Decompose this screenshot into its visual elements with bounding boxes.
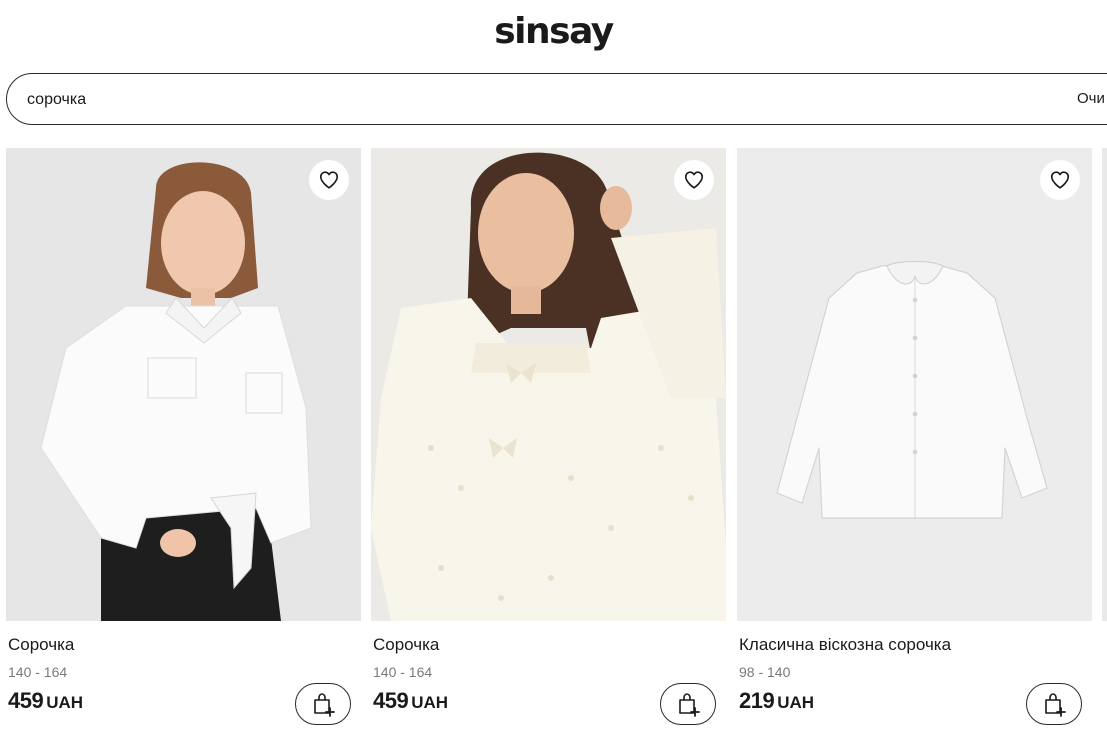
product-name[interactable]: Сорочка <box>8 635 74 655</box>
add-to-cart-button[interactable] <box>660 683 716 725</box>
product-photo <box>776 261 1048 519</box>
price-currency: UAH <box>777 693 815 712</box>
product-sizes: 98 - 140 <box>739 664 791 680</box>
clear-search-button[interactable]: Очи <box>1077 90 1105 107</box>
add-to-cart-button[interactable] <box>295 683 351 725</box>
product-name[interactable]: Сорочка <box>373 635 439 655</box>
price-value: 459 <box>373 688 409 713</box>
favorite-button[interactable] <box>309 160 349 200</box>
product-name[interactable]: Класична віскозна сорочка <box>739 635 951 655</box>
product-sizes: 140 - 164 <box>373 664 433 680</box>
heart-icon <box>319 171 339 189</box>
product-card[interactable]: Сорочка 140 - 164 459 UAH <box>6 148 361 751</box>
search-bar: Очи <box>6 73 1107 125</box>
product-price: 459 UAH <box>373 688 448 714</box>
product-price: 219 UAH <box>739 688 814 714</box>
heart-icon <box>684 171 704 189</box>
shopping-bag-plus-icon <box>679 693 700 717</box>
price-currency: UAH <box>46 693 84 712</box>
product-photo <box>371 152 726 621</box>
product-card[interactable]: Сорочка 140 - 164 459 UAH <box>371 148 726 751</box>
product-price: 459 UAH <box>8 688 83 714</box>
heart-icon <box>1050 171 1070 189</box>
price-value: 459 <box>8 688 44 713</box>
favorite-button[interactable] <box>674 160 714 200</box>
product-sizes: 140 - 164 <box>8 664 68 680</box>
product-photo <box>40 162 312 621</box>
shopping-bag-plus-icon <box>1045 693 1066 717</box>
favorite-button[interactable] <box>1040 160 1080 200</box>
add-to-cart-button[interactable] <box>1026 683 1082 725</box>
product-grid: Сорочка 140 - 164 459 UAH Сорочка 140 - … <box>0 148 1107 751</box>
shopping-bag-plus-icon <box>314 693 335 717</box>
product-card-partial[interactable] <box>1102 148 1107 751</box>
search-input[interactable] <box>27 88 927 112</box>
product-image[interactable] <box>6 148 361 621</box>
brand-logo[interactable]: sinsay <box>0 10 1107 54</box>
product-image[interactable] <box>1102 148 1107 621</box>
price-currency: UAH <box>411 693 449 712</box>
price-value: 219 <box>739 688 775 713</box>
product-image[interactable] <box>737 148 1092 621</box>
product-image[interactable] <box>371 148 726 621</box>
product-card[interactable]: Класична віскозна сорочка 98 - 140 219 UA… <box>737 148 1092 751</box>
